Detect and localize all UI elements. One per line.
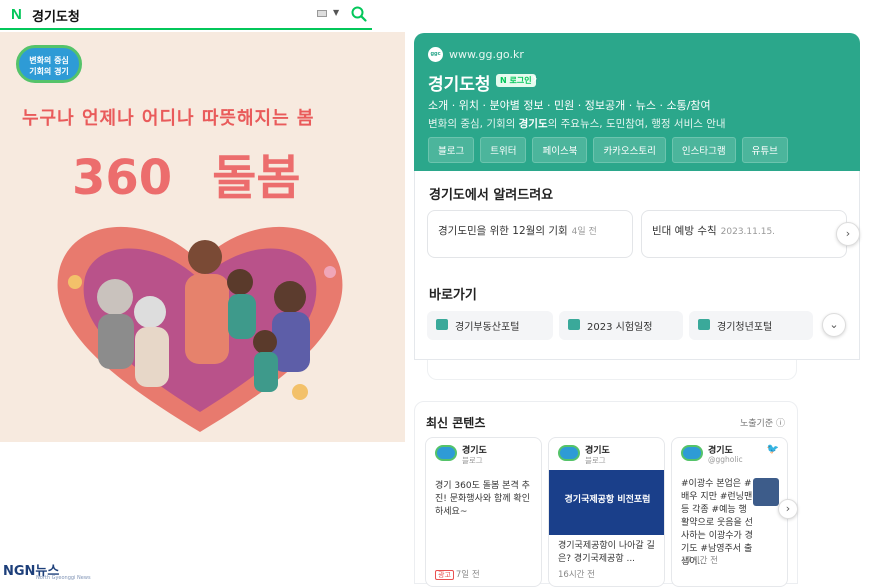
next-content-button[interactable]: › (778, 499, 798, 519)
site-panel: ggc www.gg.go.kr 경기도청 N 로그인 › 소개 · 위치 · … (414, 33, 860, 171)
social-chips: 블로그 트위터 페이스북 카카오스토리 인스타그램 유튜브 (428, 137, 788, 163)
chip-blog[interactable]: 블로그 (428, 137, 475, 163)
notice-section: 경기도에서 알려드려요 경기도민을 위한 12월의 기회 4일 전 빈대 예방 수… (414, 171, 860, 360)
card-text: 경기 360도 돌봄 본격 추진! 문화행사와 함께 확인하세요~ (435, 481, 530, 517)
twitter-icon: 🐦 (766, 444, 779, 455)
shortcut-exam-schedule[interactable]: 2023 시험일정 (559, 311, 683, 340)
site-links[interactable]: 소개 · 위치 · 분야별 정보 · 민원 · 정보공개 · 뉴스 · 소통/참… (428, 97, 711, 113)
notice-title: 경기도에서 알려드려요 (429, 188, 554, 203)
chevron-down-icon[interactable]: ▼ (333, 8, 339, 17)
chip-facebook[interactable]: 페이스북 (532, 137, 588, 163)
banner-slogan: 누구나 언제나 어디나 따뜻해지는 봄 (22, 108, 315, 129)
site-favicon-icon: ggc (428, 47, 443, 62)
content-card[interactable]: 경기도 블로그 경기국제공항 비전포럼 경기국제공항이 나아갈 길은? 경기국제… (548, 437, 665, 587)
shortcut-youth-portal[interactable]: 경기청년포털 (689, 311, 813, 340)
promo-banner[interactable]: 변화의 중심 기회의 경기 누구나 언제나 어디나 따뜻해지는 봄 360 돌봄 (0, 32, 405, 442)
chip-twitter[interactable]: 트위터 (480, 137, 527, 163)
site-title[interactable]: 경기도청 (428, 70, 491, 95)
collapsed-row (427, 360, 797, 380)
naver-logo[interactable]: N (11, 6, 22, 23)
keyboard-icon[interactable] (317, 10, 327, 17)
ad-badge: 광고 (435, 570, 454, 580)
site-url[interactable]: www.gg.go.kr (449, 48, 524, 61)
next-notice-button[interactable]: › (836, 222, 860, 246)
graduation-cap-icon (698, 319, 710, 330)
ngn-news-subtitle: North Gyeonggi News (36, 575, 91, 581)
content-card[interactable]: 경기도 @ggholic 🐦 #이광수 본업은 #배우 지만 #런닝맨 등 각종… (671, 437, 788, 587)
family-heart-illustration (57, 226, 343, 432)
thumbnail-image (753, 478, 779, 506)
avatar (681, 445, 703, 461)
avatar (435, 445, 457, 461)
site-description: 변화의 중심, 기회의 경기도의 주요뉴스, 도민참여, 행정 서비스 안내 (428, 118, 726, 130)
brand-badge: 변화의 중심 기회의 경기 (16, 45, 82, 83)
card-text: 경기국제공항이 나아갈 길은? 경기국제공항 ... (558, 541, 655, 564)
exposure-criterion[interactable]: 노출기준 ⓘ (740, 416, 785, 429)
chip-instagram[interactable]: 인스타그램 (671, 137, 736, 163)
chip-youtube[interactable]: 유튜브 (741, 137, 788, 163)
calendar-icon (568, 319, 580, 330)
search-icon[interactable] (350, 5, 368, 23)
notice-card[interactable]: 경기도민을 위한 12월의 기회 4일 전 (427, 210, 633, 258)
latest-content-section: 최신 콘텐츠 노출기준 ⓘ 경기도 블로그 경기 360도 돌봄 본격 추진! … (414, 401, 798, 587)
notice-card[interactable]: 빈대 예방 수칙 2023.11.15. (641, 210, 847, 258)
login-badge[interactable]: N 로그인 (496, 74, 536, 87)
banner-headline: 360 돌봄 (72, 150, 301, 206)
shortcut-real-estate[interactable]: 경기부동산포털 (427, 311, 553, 340)
forum-image: 경기국제공항 비전포럼 (549, 470, 664, 535)
search-query[interactable]: 경기도청 (32, 6, 80, 25)
chip-kakaostory[interactable]: 카카오스토리 (593, 137, 666, 163)
expand-shortcuts-button[interactable]: ⌄ (822, 313, 846, 337)
shortcut-title: 바로가기 (429, 288, 477, 303)
content-card[interactable]: 경기도 블로그 경기 360도 돌봄 본격 추진! 문화행사와 함께 확인하세요… (425, 437, 542, 587)
home-icon (436, 319, 448, 330)
latest-title: 최신 콘텐츠 (426, 416, 486, 430)
search-bar[interactable]: N 경기도청 ▼ (0, 0, 372, 30)
chevron-right-icon[interactable]: › (532, 71, 538, 87)
avatar (558, 445, 580, 461)
